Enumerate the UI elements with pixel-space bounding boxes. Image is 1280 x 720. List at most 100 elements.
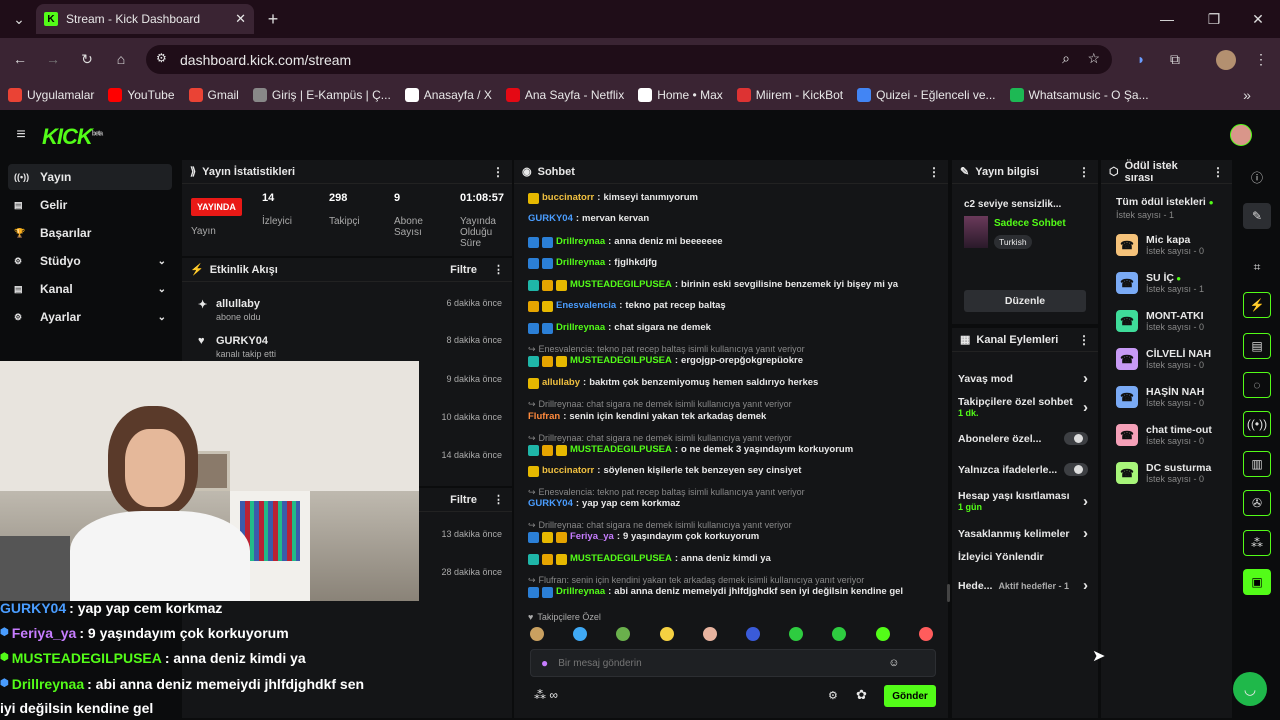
chat-message[interactable]: Drillreynaa: abi anna deniz memeiydi jhlf…: [528, 586, 944, 598]
chat-username[interactable]: buccinatorr: [542, 465, 594, 477]
secondary-filter[interactable]: Filtre: [450, 494, 477, 506]
panel-rail-icon[interactable]: ▥: [1243, 451, 1271, 477]
chat-message[interactable]: Drillreynaa: fjglhkdjfg: [528, 257, 944, 269]
chat-scrollbar[interactable]: [947, 584, 950, 602]
bookmark-item[interactable]: Quizei - Eğlenceli ve...: [857, 88, 996, 102]
wrench-icon[interactable]: ✇: [1243, 490, 1271, 516]
chat-input[interactable]: ● ☺: [530, 649, 936, 677]
emote-icon[interactable]: [875, 627, 890, 641]
toggle-switch[interactable]: [1064, 463, 1088, 476]
chat-message[interactable]: MUSTEADEGILPUSEA: anna deniz kimdi ya: [528, 553, 944, 565]
chat-message[interactable]: Drillreynaa: chat sigara ne demek: [528, 322, 944, 334]
channel-action-item[interactable]: Yalnızca ifadelerle...: [958, 463, 1088, 476]
chat-reply-context[interactable]: ↪ Enesvalencia: tekno pat recep baltaş i…: [528, 486, 944, 498]
emote-icon[interactable]: [659, 627, 674, 641]
chat-message[interactable]: Feriya_ya:9 yaşındayım çok korkuyorum: [528, 531, 944, 543]
chevron-down-icon[interactable]: ⌄: [158, 256, 166, 267]
reward-item[interactable]: ☎ Mic kapa İstek sayısı - 0: [1116, 234, 1226, 256]
activity-item[interactable]: ✦ allullaby abone oldu 6 dakika önce: [190, 298, 510, 322]
extensions-puzzle-icon[interactable]: ⧉: [1164, 48, 1186, 70]
chat-mod-icon[interactable]: ⁂ ∞: [534, 688, 558, 702]
secondary-menu-icon[interactable]: ⋮: [493, 493, 504, 506]
user-avatar[interactable]: [1230, 124, 1252, 146]
bookmark-item[interactable]: YouTube: [108, 88, 175, 102]
channel-action-item[interactable]: Yavaş mod ›: [958, 370, 1088, 387]
bookmark-item[interactable]: Giriş | E-Kampüs | Ç...: [252, 88, 391, 102]
chat-username[interactable]: GURKY04: [528, 213, 573, 225]
chevron-right-icon[interactable]: ›: [1083, 399, 1088, 416]
chat-reply-context[interactable]: ↪ Flufran: senin için kendini yakan tek …: [528, 574, 944, 586]
chat-username[interactable]: Drillreynaa: [556, 322, 605, 334]
crop-icon[interactable]: ⌗: [1243, 254, 1271, 280]
bookmark-item[interactable]: Ana Sayfa - Netflix: [505, 88, 624, 102]
forward-icon[interactable]: →: [42, 48, 64, 70]
info-icon[interactable]: ⓘ: [1243, 164, 1271, 190]
chat-message[interactable]: MUSTEADEGILPUSEA: birinin eski sevgilisin…: [528, 279, 944, 291]
chat-username[interactable]: Drillreynaa: [556, 236, 605, 248]
bookmark-item[interactable]: Uygulamalar: [8, 88, 94, 102]
chat-username[interactable]: Feriya_ya: [570, 531, 614, 543]
chat-reply-context[interactable]: ↪ Drillreynaa: chat sigara ne demek isim…: [528, 398, 944, 410]
chat-reply-context[interactable]: ↪ Drillreynaa: chat sigara ne demek isim…: [528, 519, 944, 531]
nav-item-başarılar[interactable]: 🏆 Başarılar: [8, 220, 172, 246]
emote-icon[interactable]: [530, 627, 544, 641]
reward-item[interactable]: ☎ MONT-ATKI İstek sayısı - 0: [1116, 310, 1226, 332]
activity-item[interactable]: ♥ GURKY04 kanalı takip etti 8 dakika önce: [190, 335, 510, 359]
chat-username[interactable]: MUSTEADEGILPUSEA: [570, 279, 672, 291]
new-tab-icon[interactable]: +: [262, 8, 284, 30]
profile-avatar[interactable]: [1216, 50, 1236, 70]
reward-item[interactable]: ☎ HAŞİN NAH İstek sayısı - 0: [1116, 386, 1226, 408]
reward-item[interactable]: ☎ SU İÇ ● İstek sayısı - 1: [1116, 272, 1226, 294]
chat-rail-icon[interactable]: ◌: [1243, 372, 1271, 398]
reward-menu-icon[interactable]: ⋮: [1212, 165, 1224, 179]
channel-action-item[interactable]: Abonelere özel...: [958, 432, 1088, 445]
kick-logo[interactable]: KICKbeta: [42, 124, 103, 150]
tab-close-icon[interactable]: ✕: [235, 11, 246, 27]
nav-item-gelir[interactable]: ▤ Gelir: [8, 192, 172, 218]
chat-menu-icon[interactable]: ⋮: [928, 165, 940, 179]
chat-message[interactable]: GURKY04: yap yap cem korkmaz: [528, 498, 944, 510]
chevron-right-icon[interactable]: ›: [1083, 525, 1088, 542]
address-bar[interactable]: ⚙ dashboard.kick.com/stream ⌕ ☆: [146, 45, 1112, 74]
nodes-icon[interactable]: ⁂: [1243, 530, 1271, 556]
chat-message[interactable]: Flufran: senin için kendini yakan tek ark…: [528, 411, 944, 423]
gift-icon[interactable]: ▣: [1243, 569, 1271, 595]
channel-action-item[interactable]: İzleyici Yönlendir: [958, 551, 1088, 563]
bookmark-item[interactable]: Home • Max: [638, 88, 723, 102]
chat-message[interactable]: MUSTEADEGILPUSEA: ergojgp-orepğokgrepüokr…: [528, 355, 944, 367]
zoom-icon[interactable]: ⌕: [1062, 50, 1070, 67]
chat-username[interactable]: Drillreynaa: [556, 586, 605, 598]
chat-message[interactable]: GURKY04: mervan kervan: [528, 213, 944, 225]
chat-message[interactable]: allullaby: bakıtm çok benzemiyomuş hemen …: [528, 377, 944, 389]
chat-username[interactable]: GURKY04: [528, 498, 573, 510]
bookmark-item[interactable]: Miirem - KickBot: [736, 88, 843, 102]
channel-action-item[interactable]: Hede... Aktif hedefler - 1 ›: [958, 577, 1088, 594]
tab-search-icon[interactable]: ⌄: [8, 8, 30, 30]
window-close-icon[interactable]: ✕: [1247, 8, 1269, 30]
chevron-right-icon[interactable]: ›: [1083, 493, 1088, 510]
chat-message[interactable]: buccinatorr: söylenen kişilerle tek benze…: [528, 465, 944, 477]
stats-menu-icon[interactable]: ⋮: [492, 165, 504, 179]
stream-info-menu-icon[interactable]: ⋮: [1078, 165, 1090, 179]
reload-icon[interactable]: ↻: [76, 48, 98, 70]
emote-icon[interactable]: [702, 627, 717, 641]
reward-item[interactable]: ☎ CİLVELİ NAH İstek sayısı - 0: [1116, 348, 1226, 370]
chat-username[interactable]: buccinatorr: [542, 192, 594, 204]
bookmark-star-icon[interactable]: ☆: [1087, 50, 1100, 67]
bookmark-item[interactable]: Anasayfa / X: [404, 88, 492, 102]
minimize-icon[interactable]: —: [1156, 8, 1178, 30]
chevron-right-icon[interactable]: ›: [1083, 577, 1088, 594]
edit-icon[interactable]: ✎: [1243, 203, 1271, 229]
reward-item[interactable]: ☎ chat time-out İstek sayısı - 0: [1116, 424, 1226, 446]
chat-username[interactable]: allullaby: [542, 377, 580, 389]
chat-username[interactable]: Drillreynaa: [556, 257, 605, 269]
browser-tab[interactable]: K Stream - Kick Dashboard ✕: [36, 4, 254, 34]
channel-action-item[interactable]: Yasaklanmış kelimeler ›: [958, 525, 1088, 542]
broadcast-rail-icon[interactable]: ((•)): [1243, 411, 1271, 437]
chat-username[interactable]: MUSTEADEGILPUSEA: [570, 553, 672, 565]
maximize-icon[interactable]: ❐: [1203, 8, 1225, 30]
emote-icon[interactable]: [746, 627, 760, 641]
lightning-rail-icon[interactable]: ⚡: [1243, 292, 1271, 318]
nav-item-yayın[interactable]: ((•)) Yayın: [8, 164, 172, 190]
nav-item-kanal[interactable]: ▤ Kanal ⌄: [8, 276, 172, 302]
